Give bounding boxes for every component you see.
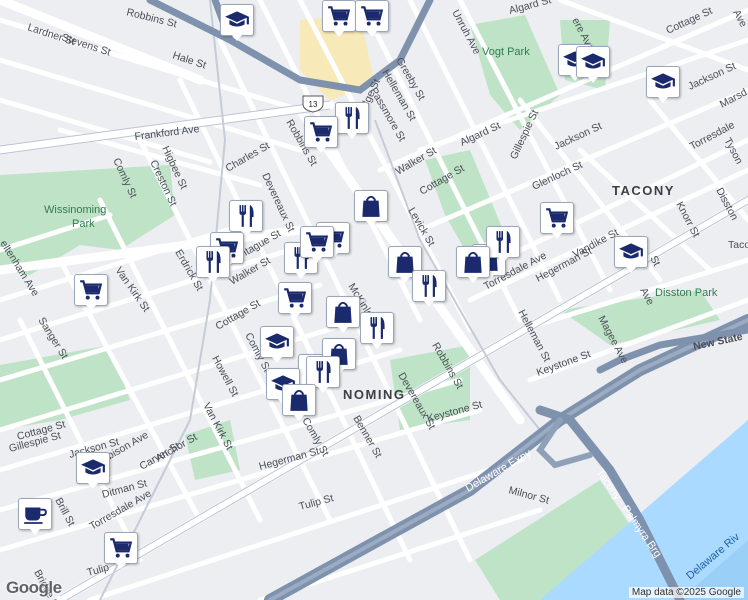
grocery-marker[interactable] (304, 116, 338, 154)
shopping-marker[interactable] (456, 246, 490, 284)
shopping-cart-icon (322, 0, 356, 32)
coffee-cup-icon (18, 498, 52, 530)
school-marker[interactable] (260, 326, 294, 364)
graduation-cap-icon (646, 66, 680, 98)
school-marker[interactable] (576, 46, 610, 84)
graduation-cap-icon (220, 4, 254, 36)
shopping-marker[interactable] (326, 296, 360, 334)
grocery-marker[interactable] (278, 282, 312, 320)
shopping-cart-icon (304, 116, 338, 148)
shopping-cart-icon (104, 532, 138, 564)
grocery-marker[interactable] (104, 532, 138, 570)
map-canvas[interactable]: 13 Robbins St Lardner St Stevens St Hale… (0, 0, 748, 600)
shopping-bag-icon (282, 384, 316, 416)
map-attribution[interactable]: Map data ©2025 Google (628, 587, 744, 598)
restaurant-marker[interactable] (412, 270, 446, 308)
wissinoming-park-label-2: Park (72, 218, 95, 230)
cafe-marker[interactable] (18, 498, 52, 536)
restaurant-marker[interactable] (360, 312, 394, 350)
vogt-park-label: Vogt Park (482, 46, 530, 58)
base-map: 13 Robbins St Lardner St Stevens St Hale… (0, 0, 748, 600)
restaurant-marker[interactable] (335, 102, 369, 140)
fork-knife-icon (229, 200, 263, 232)
graduation-cap-icon (260, 326, 294, 358)
graduation-cap-icon (76, 452, 110, 484)
shopping-marker[interactable] (354, 190, 388, 228)
wissinoming-park-label: Wissinoming (44, 204, 106, 216)
fork-knife-icon (196, 246, 230, 278)
shopping-bag-icon (456, 246, 490, 278)
grocery-marker[interactable] (74, 274, 108, 312)
restaurant-marker[interactable] (196, 246, 230, 284)
google-logo: Google (6, 578, 62, 597)
us13-shield-text: 13 (309, 100, 318, 109)
grocery-marker[interactable] (355, 0, 389, 38)
shopping-bag-icon (326, 296, 360, 328)
grocery-marker[interactable] (300, 226, 334, 264)
tacony-right-label: Tacon (728, 239, 748, 251)
school-marker[interactable] (220, 4, 254, 42)
fork-knife-icon (412, 270, 446, 302)
grocery-marker[interactable] (540, 202, 574, 240)
fork-knife-icon (360, 312, 394, 344)
us13-shield: 13 (302, 95, 324, 113)
disston-park-label: Disston Park (655, 287, 718, 299)
grocery-marker[interactable] (322, 0, 356, 38)
shopping-cart-icon (355, 0, 389, 32)
school-marker[interactable] (614, 236, 648, 274)
school-marker[interactable] (76, 452, 110, 490)
restaurant-marker[interactable] (486, 226, 520, 264)
tacony-label: TACONY (612, 183, 675, 198)
fork-knife-icon (335, 102, 369, 134)
graduation-cap-icon (614, 236, 648, 268)
shopping-cart-icon (74, 274, 108, 306)
shopping-marker[interactable] (282, 384, 316, 422)
shopping-cart-icon (540, 202, 574, 234)
fork-knife-icon (486, 226, 520, 258)
shopping-cart-icon (300, 226, 334, 258)
school-marker[interactable] (646, 66, 680, 104)
wissinoming-label: NOMING (343, 387, 405, 402)
shopping-bag-icon (354, 190, 388, 222)
graduation-cap-icon (576, 46, 610, 78)
shopping-cart-icon (278, 282, 312, 314)
